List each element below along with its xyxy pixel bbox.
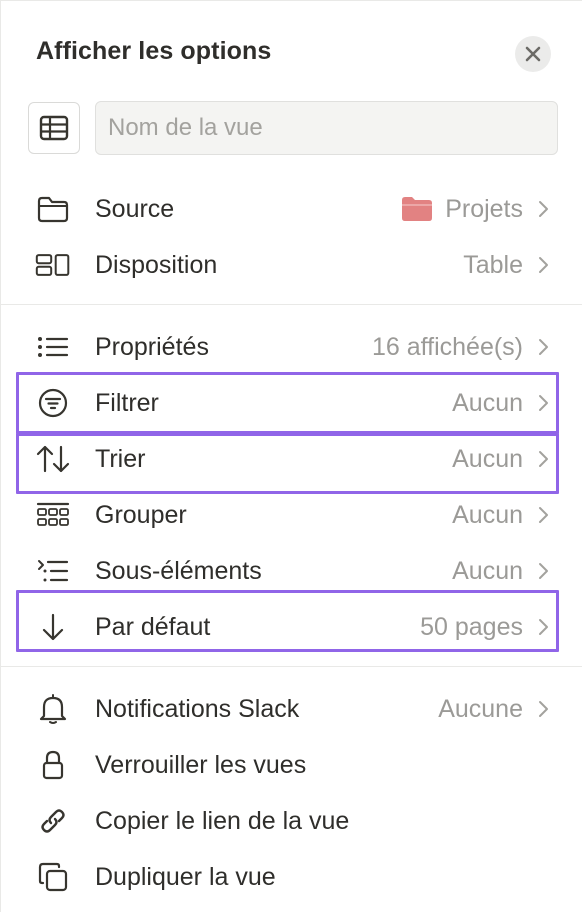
menu-item-label: Disposition — [95, 250, 218, 279]
close-icon — [524, 45, 542, 63]
menu-item-label: Copier le lien de la vue — [95, 806, 350, 835]
menu-item-lock-views[interactable]: Verrouiller les vues — [21, 737, 561, 793]
source-value: Projets — [445, 194, 523, 223]
menu-item-label: Verrouiller les vues — [95, 750, 307, 779]
folder-icon — [35, 191, 71, 227]
menu-item-label: Grouper — [95, 500, 187, 529]
menu-item-slack[interactable]: Notifications Slack Aucune — [21, 681, 561, 737]
chevron-right-icon — [531, 506, 555, 524]
list-icon — [35, 329, 71, 365]
menu-item-label: Propriétés — [95, 332, 209, 361]
panel-title: Afficher les options — [36, 37, 272, 65]
chevron-right-icon — [531, 700, 555, 718]
highlight-box-load-limit — [16, 590, 559, 652]
view-options-panel: Afficher les options Source Projets — [0, 0, 582, 912]
menu-item-layout[interactable]: Disposition Table — [21, 237, 561, 293]
menu-item-value: Aucun — [452, 500, 523, 529]
menu-item-label: Sous-éléments — [95, 556, 262, 585]
folder-icon — [401, 196, 433, 222]
close-button[interactable] — [515, 36, 551, 72]
subitems-icon — [35, 553, 71, 589]
table-icon — [39, 115, 69, 141]
menu-item-duplicate[interactable]: Dupliquer la vue — [21, 849, 561, 905]
menu-item-value: Table — [463, 250, 523, 279]
lock-icon — [35, 747, 71, 783]
section-divider — [1, 304, 582, 305]
layout-icon — [35, 247, 71, 283]
highlight-box-sort — [16, 433, 559, 494]
menu-item-value: Aucun — [452, 556, 523, 585]
menu-item-value: 16 affichée(s) — [371, 332, 523, 361]
bell-icon — [35, 691, 71, 727]
menu-item-value: Projets — [401, 195, 523, 224]
chevron-right-icon — [531, 200, 555, 218]
menu-item-properties[interactable]: Propriétés 16 affichée(s) — [21, 319, 561, 375]
menu-item-label: Dupliquer la vue — [95, 862, 276, 891]
menu-item-value: Aucune — [438, 694, 523, 723]
menu-item-source[interactable]: Source Projets — [21, 181, 561, 237]
view-name-input[interactable] — [95, 101, 558, 155]
section-divider — [1, 666, 582, 667]
menu-item-label: Notifications Slack — [95, 694, 300, 723]
menu-item-label: Source — [95, 194, 175, 223]
grid-icon — [35, 497, 71, 533]
chevron-right-icon — [531, 338, 555, 356]
link-icon — [35, 803, 71, 839]
highlight-box-filter — [16, 372, 559, 434]
view-icon-button[interactable] — [28, 102, 80, 154]
chevron-right-icon — [531, 562, 555, 580]
menu-item-group[interactable]: Grouper Aucun — [21, 487, 561, 543]
duplicate-icon — [35, 859, 71, 895]
menu-item-copy-link[interactable]: Copier le lien de la vue — [21, 793, 561, 849]
chevron-right-icon — [531, 256, 555, 274]
